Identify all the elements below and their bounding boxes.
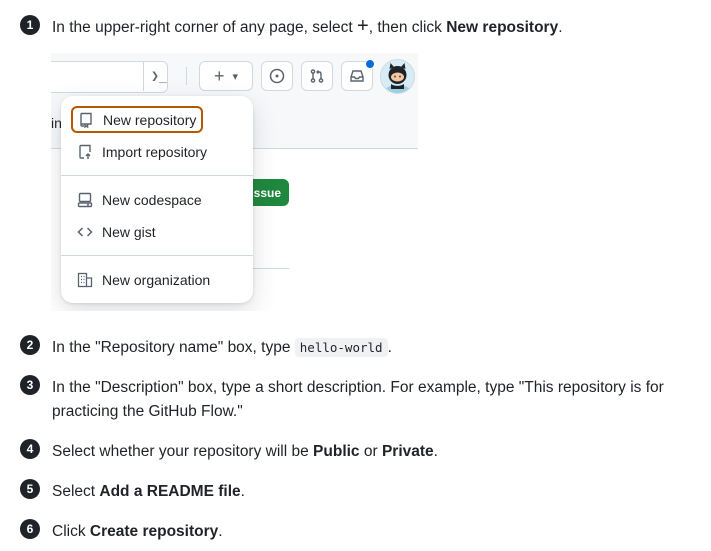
create-new-button[interactable]: + ▾: [199, 61, 253, 91]
step-number: 2: [20, 335, 40, 355]
step-text: In the "Description" box, type a short d…: [52, 379, 664, 420]
issue-opened-icon: [269, 68, 285, 84]
step-number: 1: [20, 15, 40, 35]
step-text: Select Add a README file.: [52, 483, 245, 500]
repo-icon: [78, 112, 94, 128]
step-text: Click Create repository.: [52, 523, 223, 540]
notification-indicator: [365, 59, 375, 69]
codespaces-icon: [77, 192, 93, 208]
step-number: 6: [20, 519, 40, 539]
menu-divider: [61, 175, 253, 176]
menu-item-new-organization[interactable]: New organization: [69, 266, 245, 294]
menu-item-import-repository[interactable]: Import repository: [69, 138, 245, 166]
step-text: In the "Repository name" box, type hello…: [52, 338, 392, 357]
create-new-menu: New repository Import repository New cod…: [61, 96, 253, 303]
header-screenshot: ❯_ + ▾ in ssue New repository Import rep…: [51, 53, 418, 311]
inline-code: hello-world: [294, 338, 388, 357]
code-icon: [77, 224, 93, 240]
step-text: Select whether your repository will be P…: [52, 443, 438, 460]
git-pull-request-icon: [310, 69, 324, 83]
step-number: 3: [20, 375, 40, 395]
menu-divider: [61, 255, 253, 256]
menu-item-new-codespace[interactable]: New codespace: [69, 186, 245, 214]
menu-item-new-repository[interactable]: New repository: [71, 106, 203, 133]
chevron-down-icon: ▾: [232, 70, 239, 83]
octocat-avatar-icon: [385, 63, 410, 93]
organization-icon: [77, 272, 93, 288]
step-number: 5: [20, 479, 40, 499]
issues-button[interactable]: [261, 61, 293, 91]
inbox-icon: [350, 70, 364, 82]
menu-item-new-gist[interactable]: New gist: [69, 218, 245, 246]
pull-requests-button[interactable]: [301, 61, 333, 91]
divider: [186, 67, 187, 85]
avatar[interactable]: [380, 59, 415, 94]
repo-push-icon: [77, 144, 93, 160]
command-palette-icon[interactable]: ❯_: [143, 61, 174, 91]
plus-icon: +: [213, 65, 225, 86]
step-number: 4: [20, 439, 40, 459]
step-text: In the upper-right corner of any page, s…: [52, 15, 563, 37]
